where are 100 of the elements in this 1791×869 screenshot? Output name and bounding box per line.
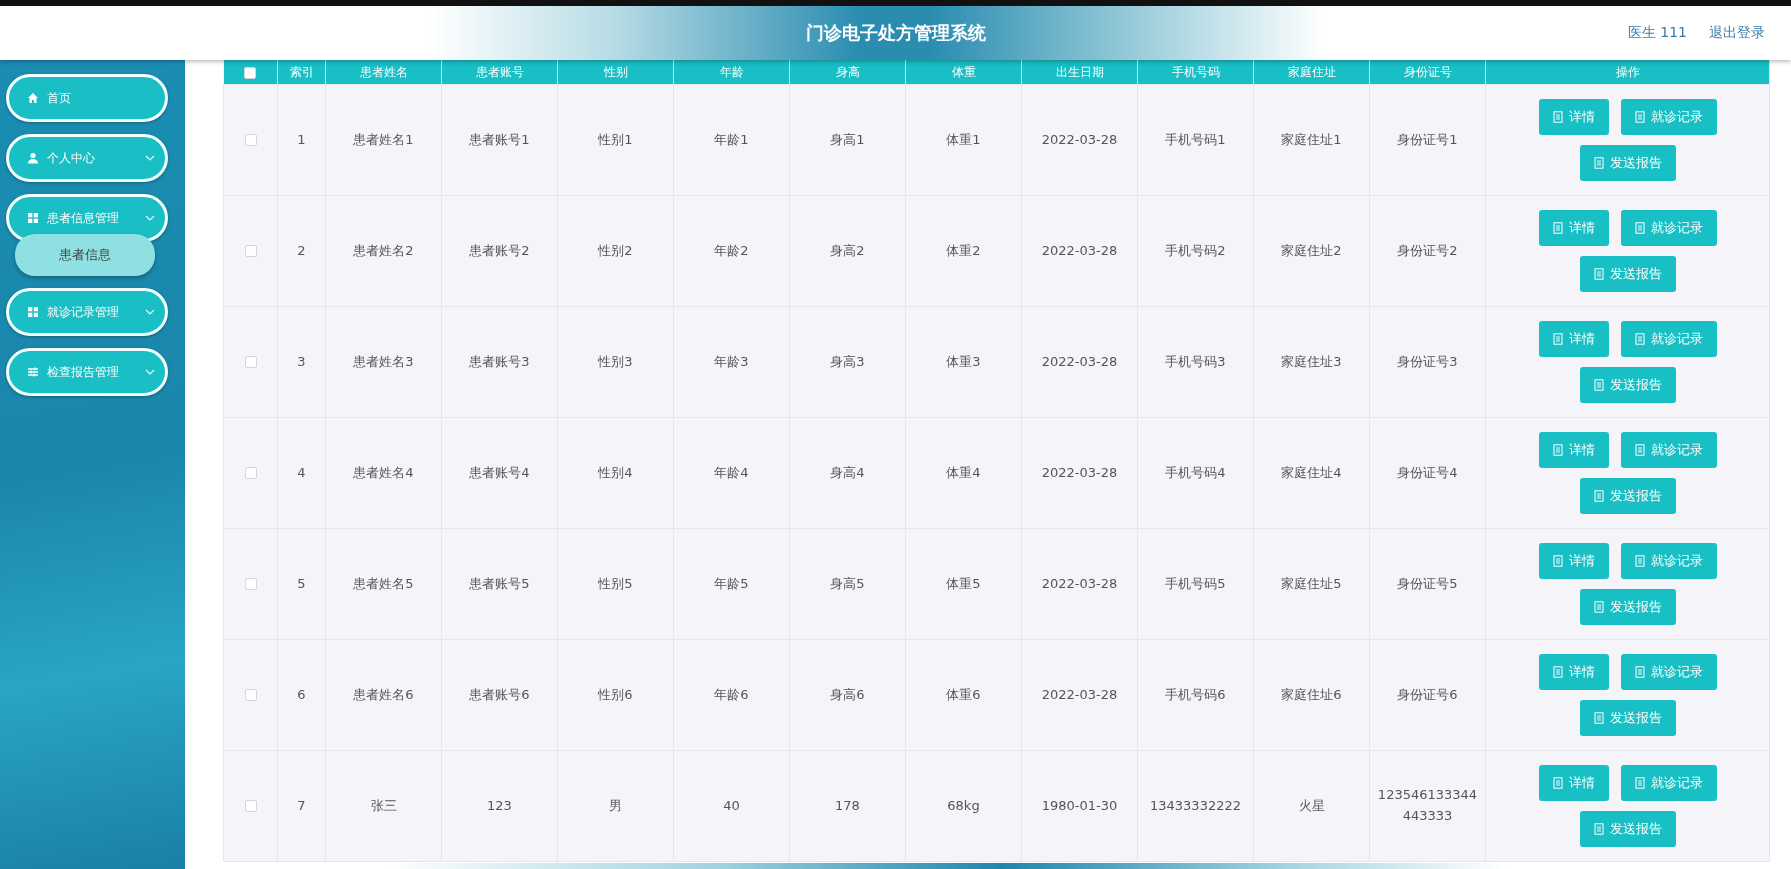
document-icon — [1552, 222, 1563, 234]
table-cell: 体重4 — [946, 464, 981, 480]
details-button[interactable]: 详情 — [1538, 321, 1609, 357]
user-name[interactable]: 医生 111 — [1627, 24, 1687, 42]
table-cell: 1980-01-30 — [1041, 797, 1118, 813]
report-button[interactable]: 发送报告 — [1579, 256, 1676, 292]
details-button[interactable]: 详情 — [1538, 432, 1609, 468]
row-checkbox[interactable] — [244, 245, 257, 258]
table-cell: 2022-03-28 — [1041, 464, 1118, 480]
table-cell: 手机号码2 — [1165, 242, 1226, 258]
sidebar-item[interactable]: 个人中心 — [6, 134, 168, 182]
table-cell: 123 — [487, 797, 512, 813]
table-cell: 4 — [297, 464, 306, 480]
details-button[interactable]: 详情 — [1538, 765, 1609, 801]
details-button[interactable]: 详情 — [1538, 654, 1609, 690]
document-icon — [1552, 666, 1563, 678]
row-checkbox[interactable] — [244, 800, 257, 813]
table-cell: 5 — [297, 575, 306, 591]
records-button[interactable]: 就诊记录 — [1620, 543, 1717, 579]
table-cell: 身份证号1 — [1397, 131, 1458, 147]
report-button[interactable]: 发送报告 — [1579, 700, 1676, 736]
document-icon — [1593, 601, 1604, 613]
table-cell: 年龄3 — [714, 353, 749, 369]
table-cell: 2022-03-28 — [1041, 131, 1118, 147]
row-checkbox[interactable] — [244, 134, 257, 147]
records-button[interactable]: 就诊记录 — [1620, 765, 1717, 801]
column-header: 身高 — [835, 64, 860, 79]
table-cell: 患者姓名6 — [353, 686, 414, 702]
table-cell: 家庭住址2 — [1281, 242, 1342, 258]
table-cell: 身高6 — [830, 686, 865, 702]
row-checkbox[interactable] — [244, 467, 257, 480]
table-cell: 身份证号6 — [1397, 686, 1458, 702]
table-cell: 40 — [723, 797, 740, 813]
records-button[interactable]: 就诊记录 — [1620, 99, 1717, 135]
report-button[interactable]: 发送报告 — [1579, 589, 1676, 625]
column-header: 性别 — [603, 64, 628, 79]
report-button[interactable]: 发送报告 — [1579, 145, 1676, 181]
document-icon — [1634, 222, 1645, 234]
table-cell: 家庭住址3 — [1281, 353, 1342, 369]
column-header: 患者账号 — [475, 64, 524, 79]
column-header: 患者姓名 — [359, 64, 408, 79]
table-cell: 性别6 — [598, 686, 633, 702]
table-cell: 患者姓名4 — [353, 464, 414, 480]
logout-link[interactable]: 退出登录 — [1709, 24, 1765, 42]
row-checkbox[interactable] — [244, 356, 257, 369]
table-cell: 身份证号4 — [1397, 464, 1458, 480]
column-header: 索引 — [289, 64, 314, 79]
table-cell: 2022-03-28 — [1041, 575, 1118, 591]
table-cell: 2022-03-28 — [1041, 353, 1118, 369]
sidebar-item[interactable]: 就诊记录管理 — [6, 288, 168, 336]
table-cell: 68kg — [947, 797, 980, 813]
table-cell: 6 — [297, 686, 306, 702]
table-cell: 性别1 — [598, 131, 633, 147]
table-cell: 身高4 — [830, 464, 865, 480]
details-button[interactable]: 详情 — [1538, 543, 1609, 579]
records-button[interactable]: 就诊记录 — [1620, 654, 1717, 690]
table-cell: 体重2 — [946, 242, 981, 258]
table-cell: 患者账号5 — [469, 575, 530, 591]
document-icon — [1593, 268, 1604, 280]
table-cell: 患者姓名2 — [353, 242, 414, 258]
records-button[interactable]: 就诊记录 — [1620, 210, 1717, 246]
document-icon — [1593, 157, 1604, 169]
table-cell: 年龄1 — [714, 131, 749, 147]
table-cell: 身高2 — [830, 242, 865, 258]
report-button[interactable]: 发送报告 — [1579, 367, 1676, 403]
details-button[interactable]: 详情 — [1538, 99, 1609, 135]
table-cell: 123546133344443333 — [1377, 787, 1478, 823]
column-header: 身份证号 — [1403, 64, 1452, 79]
document-icon — [1552, 555, 1563, 567]
table-cell: 3 — [297, 353, 306, 369]
column-header: 家庭住址 — [1287, 64, 1336, 79]
table-cell: 1 — [297, 131, 306, 147]
sidebar-item[interactable]: 检查报告管理 — [6, 348, 168, 396]
report-button[interactable]: 发送报告 — [1579, 811, 1676, 847]
records-button[interactable]: 就诊记录 — [1620, 321, 1717, 357]
table-cell: 手机号码5 — [1165, 575, 1226, 591]
row-checkbox[interactable] — [244, 578, 257, 591]
table-cell: 体重1 — [946, 131, 981, 147]
submenu-item[interactable]: 患者信息 — [15, 234, 155, 276]
table-cell: 身份证号3 — [1397, 353, 1458, 369]
sidebar-item[interactable]: 首页 — [6, 74, 168, 122]
select-all-checkbox[interactable] — [244, 66, 257, 79]
details-button[interactable]: 详情 — [1538, 210, 1609, 246]
table-cell: 患者账号6 — [469, 686, 530, 702]
row-checkbox[interactable] — [244, 689, 257, 702]
table-cell: 身高5 — [830, 575, 865, 591]
column-header: 年龄 — [719, 64, 744, 79]
app-title: 门诊电子处方管理系统 — [805, 21, 986, 45]
records-button[interactable]: 就诊记录 — [1620, 432, 1717, 468]
document-icon — [1634, 111, 1645, 123]
table-cell: 178 — [835, 797, 860, 813]
table-cell: 患者姓名5 — [353, 575, 414, 591]
document-icon — [1552, 444, 1563, 456]
table-cell: 患者账号3 — [469, 353, 530, 369]
table-cell: 体重3 — [946, 353, 981, 369]
report-button[interactable]: 发送报告 — [1579, 478, 1676, 514]
sliders-icon — [27, 366, 39, 378]
table-cell: 性别5 — [598, 575, 633, 591]
table-cell: 身份证号2 — [1397, 242, 1458, 258]
table-cell: 男 — [609, 797, 622, 813]
